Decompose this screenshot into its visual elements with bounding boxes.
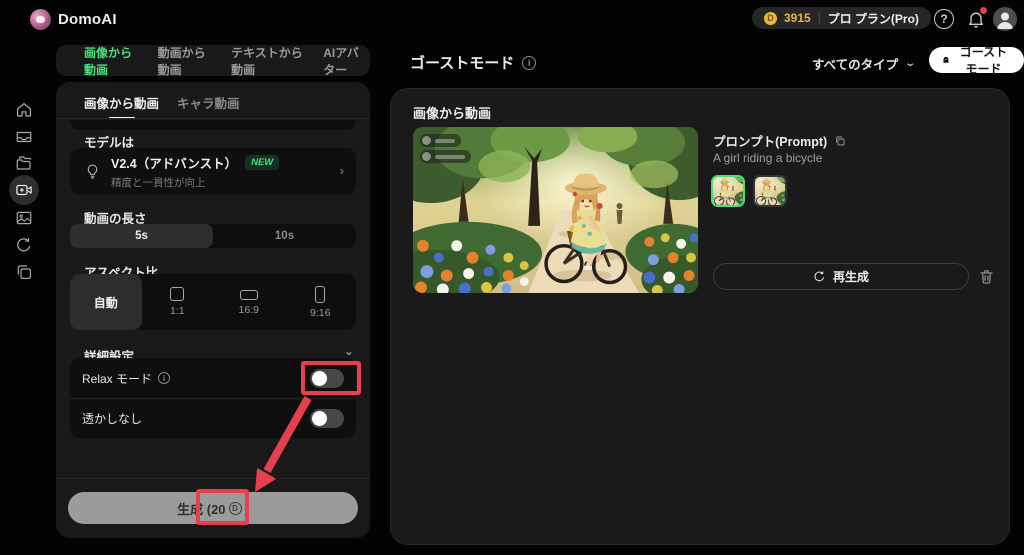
- bulb-icon: [84, 163, 101, 180]
- sidebar-item-images[interactable]: [9, 203, 39, 233]
- sidebar-item-history[interactable]: [9, 230, 39, 260]
- user-avatar[interactable]: [993, 7, 1017, 31]
- inbox-icon: [15, 128, 33, 146]
- tab-ai-avatar[interactable]: AIアバター: [323, 44, 370, 78]
- no-watermark-label: 透かしなし: [82, 410, 142, 427]
- credits-count: 3915: [784, 11, 811, 25]
- info-icon: i: [158, 372, 170, 384]
- refresh-icon: [813, 270, 826, 283]
- trash-icon: [978, 268, 995, 285]
- type-filter-dropdown[interactable]: すべてのタイプ ⌄: [812, 54, 915, 73]
- duration-option-5s[interactable]: 5s: [70, 224, 213, 248]
- badge-icon: [422, 152, 431, 161]
- panel-tab-character-video[interactable]: キャラ動画: [177, 93, 240, 112]
- tab-image-to-video[interactable]: 画像から動画: [84, 44, 141, 78]
- aspect-option-auto[interactable]: 自動: [70, 274, 142, 330]
- source-image-thumbnail-2[interactable]: [753, 175, 787, 207]
- tab-text-to-video[interactable]: テキストから動画: [231, 44, 306, 78]
- panel-tab-image-to-video[interactable]: 画像から動画: [84, 93, 159, 112]
- footer-divider: [56, 478, 370, 479]
- credits-pill[interactable]: D 3915 | プロ プラン(Pro): [752, 7, 931, 29]
- result-video-thumbnail[interactable]: [413, 127, 698, 293]
- info-icon[interactable]: i: [522, 56, 536, 70]
- home-icon: [15, 101, 33, 119]
- regenerate-button[interactable]: 再生成: [713, 263, 969, 290]
- relax-mode-label: Relax モード: [82, 370, 152, 387]
- prompt-text: A girl riding a bicycle: [713, 151, 822, 165]
- domoai-logo-icon: [30, 9, 51, 30]
- sidebar-item-home[interactable]: [9, 95, 39, 125]
- notifications-button[interactable]: [966, 9, 986, 29]
- aspect-option-16-9[interactable]: 16:9: [213, 274, 285, 330]
- chevron-right-icon: ›: [340, 163, 344, 178]
- prompt-label: プロンプト(Prompt): [713, 131, 827, 150]
- collection-icon: [15, 263, 33, 281]
- top-bar: DomoAI D 3915 | プロ プラン(Pro) ?: [0, 0, 1024, 40]
- folder-icon: [15, 154, 33, 172]
- left-rail: [0, 40, 48, 555]
- result-type-label: 画像から動画: [413, 103, 491, 122]
- annotation-arrow: [240, 390, 320, 498]
- chevron-down-icon: ⌄: [904, 58, 916, 69]
- sidebar-item-video-generate[interactable]: [9, 175, 39, 205]
- result-card: 画像から動画 プロンプト(Prompt) A girl riding a bic…: [390, 88, 1010, 545]
- new-badge: NEW: [245, 155, 279, 170]
- ghost-icon: [942, 54, 950, 66]
- page-title: ゴーストモード: [410, 52, 514, 73]
- generation-settings-panel: 画像から動画 キャラ動画 モデルは V2.4（アドバンスト） NEW 精度と一貫…: [56, 82, 370, 538]
- model-selector[interactable]: V2.4（アドバンスト） NEW 精度と一貫性が向上 ›: [70, 148, 356, 195]
- plan-label: プロ プラン(Pro): [828, 10, 919, 27]
- notification-dot: [980, 7, 987, 14]
- overlay-badge: [420, 150, 471, 163]
- source-image-thumbnail-1[interactable]: [711, 175, 745, 207]
- scrolled-element-edge: [70, 120, 356, 130]
- delete-button[interactable]: [978, 266, 998, 286]
- brand-name: DomoAI: [58, 11, 117, 28]
- landscape-ratio-icon: [240, 290, 258, 300]
- history-icon: [15, 236, 33, 254]
- square-ratio-icon: [170, 287, 184, 301]
- coin-icon: D: [764, 12, 777, 25]
- model-description: 精度と一貫性が向上: [111, 175, 279, 190]
- aspect-option-1-1[interactable]: 1:1: [142, 274, 214, 330]
- chevron-down-icon[interactable]: ⌄: [344, 344, 354, 358]
- portrait-ratio-icon: [315, 286, 325, 303]
- sidebar-item-projects[interactable]: [9, 148, 39, 178]
- tab-video-to-video[interactable]: 動画から動画: [158, 44, 215, 78]
- video-generate-icon: [15, 181, 33, 199]
- aspect-ratio-selector: 自動 1:1 16:9 9:16: [70, 274, 356, 330]
- copy-icon[interactable]: [834, 135, 846, 147]
- sidebar-item-collection[interactable]: [9, 257, 39, 287]
- panel-tab-bar: 画像から動画 キャラ動画: [84, 93, 240, 112]
- prompt-label-row: プロンプト(Prompt): [713, 131, 846, 150]
- badge-icon: [422, 136, 431, 145]
- duration-segmented-control: 5s 10s: [70, 224, 356, 248]
- pill-divider: |: [818, 12, 821, 24]
- image-icon: [15, 209, 33, 227]
- duration-option-10s[interactable]: 10s: [213, 224, 356, 248]
- panel-divider: [56, 118, 370, 119]
- page-title-row: ゴーストモード i: [410, 52, 536, 73]
- help-icon[interactable]: ?: [934, 9, 954, 29]
- aspect-option-9-16[interactable]: 9:16: [285, 274, 357, 330]
- model-name: V2.4（アドバンスト）: [111, 153, 237, 172]
- generator-tab-bar: 画像から動画 動画から動画 テキストから動画 AIアバター: [56, 45, 370, 76]
- ghost-mode-button[interactable]: ゴーストモード: [929, 47, 1024, 73]
- overlay-badge: [420, 134, 461, 147]
- model-info: V2.4（アドバンスト） NEW 精度と一貫性が向上: [111, 153, 279, 190]
